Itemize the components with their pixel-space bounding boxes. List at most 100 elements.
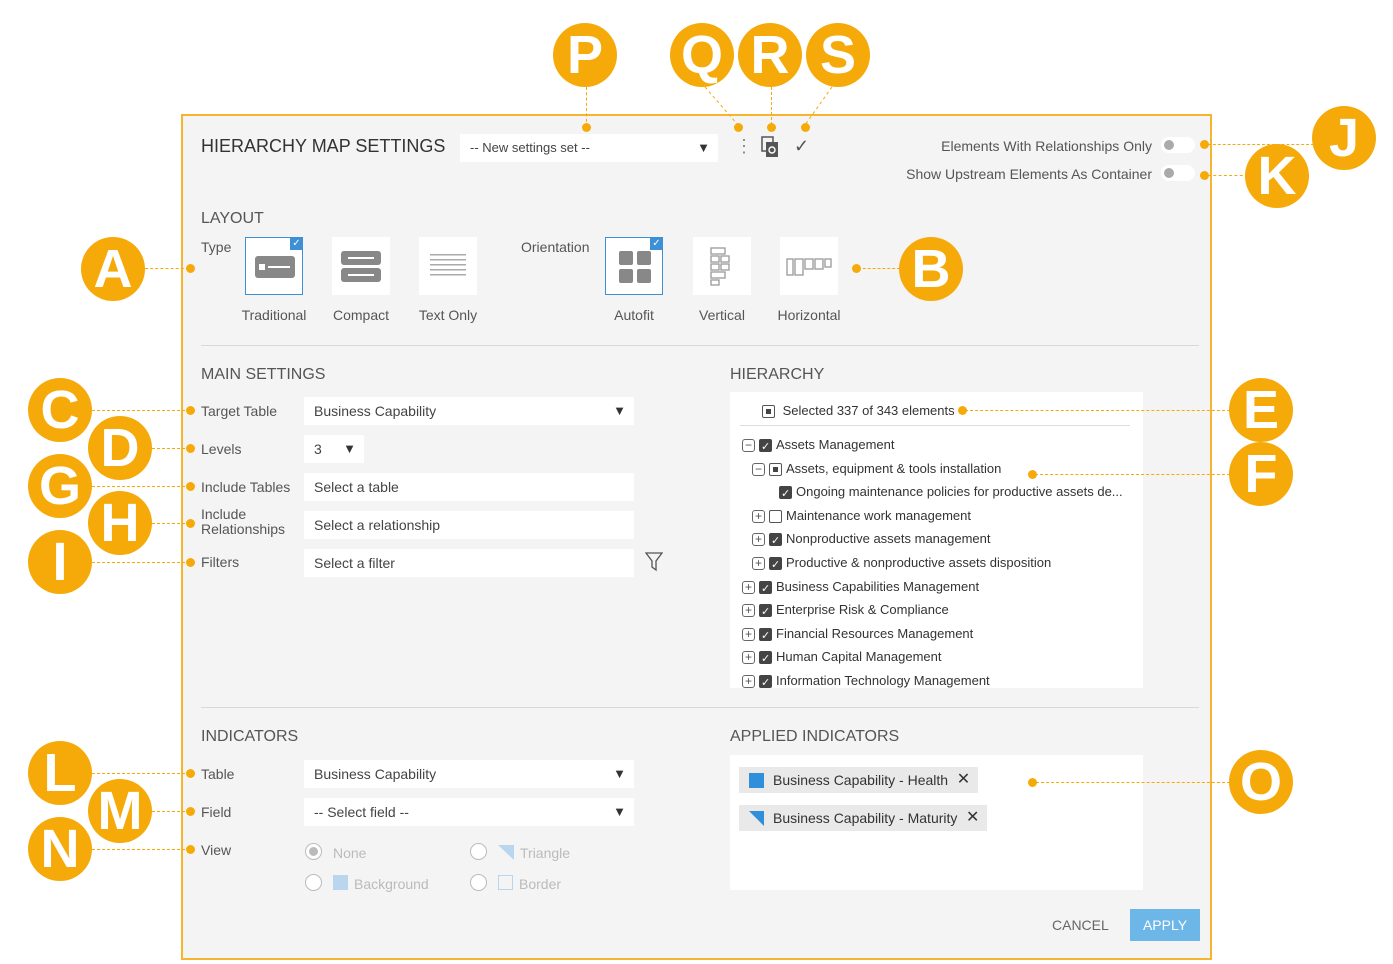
- toggle-knob: [1164, 140, 1174, 150]
- callout-dot: [582, 123, 591, 132]
- expand-icon[interactable]: +: [742, 604, 755, 618]
- indicator-table-select[interactable]: Business Capability ▼: [304, 760, 634, 788]
- callout-dot: [186, 444, 195, 453]
- hierarchy-tree-panel: Selected 337 of 343 elements −Assets Man…: [730, 392, 1143, 688]
- callout-badge-j: J: [1312, 106, 1376, 170]
- callout-badge-e: E: [1229, 378, 1293, 442]
- target-table-select[interactable]: Business Capability ▼: [304, 397, 634, 425]
- chevron-down-icon: ▼: [613, 403, 626, 418]
- indicators-heading: INDICATORS: [201, 728, 299, 745]
- hierarchy-tree-item[interactable]: + Human Capital Management: [742, 648, 941, 668]
- levels-select[interactable]: 3 ▼: [304, 435, 364, 463]
- expand-icon[interactable]: +: [752, 509, 765, 523]
- cancel-button[interactable]: CANCEL: [1052, 909, 1109, 941]
- indicator-field-label: Field: [201, 804, 232, 820]
- close-icon[interactable]: ✕: [966, 805, 979, 831]
- tree-item-checkbox[interactable]: [779, 485, 792, 503]
- tree-item-checkbox[interactable]: [769, 556, 782, 574]
- hierarchy-tree-item[interactable]: + Financial Resources Management: [742, 625, 973, 645]
- horizontal-orientation-icon: [786, 258, 832, 276]
- expand-icon[interactable]: +: [742, 580, 755, 594]
- tree-item-checkbox[interactable]: [759, 438, 772, 456]
- hierarchy-summary[interactable]: Selected 337 of 343 elements: [762, 402, 955, 420]
- callout-line: [965, 410, 1230, 411]
- copy-link-icon[interactable]: [760, 136, 780, 158]
- applied-indicator-chip[interactable]: Business Capability - Health ✕: [739, 767, 979, 793]
- callout-line: [92, 410, 190, 411]
- toggle-label-relationships-only: Elements With Relationships Only: [941, 138, 1152, 154]
- tree-item-checkbox[interactable]: [759, 674, 772, 688]
- hierarchy-tree-item[interactable]: − Assets Management: [742, 436, 895, 456]
- type-traditional-tile[interactable]: ✓: [245, 237, 303, 295]
- settings-set-select[interactable]: -- New settings set -- ▼: [460, 134, 718, 162]
- select-all-checkbox[interactable]: [762, 405, 775, 419]
- callout-line: [92, 849, 190, 850]
- type-compact-tile[interactable]: [332, 237, 390, 295]
- callout-badge-m: M: [88, 779, 152, 843]
- callout-badge-i: I: [28, 530, 92, 594]
- tree-item-checkbox[interactable]: [769, 509, 782, 523]
- more-options-icon[interactable]: ⋮: [735, 137, 753, 155]
- filters-input[interactable]: Select a filter: [304, 549, 634, 577]
- expand-icon[interactable]: +: [752, 533, 765, 547]
- include-relationships-label: Include Relationships: [201, 507, 285, 537]
- include-tables-label: Include Tables: [201, 479, 291, 495]
- include-tables-input[interactable]: Select a table: [304, 473, 634, 501]
- hierarchy-tree-item[interactable]: + Productive & nonproductive assets dispo…: [752, 554, 1051, 574]
- apply-button[interactable]: APPLY: [1130, 909, 1200, 941]
- collapse-icon[interactable]: −: [742, 439, 755, 453]
- callout-badge-f: F: [1229, 442, 1293, 506]
- toggle-relationships-only[interactable]: [1161, 137, 1195, 153]
- hierarchy-tree-item[interactable]: + Nonproductive assets management: [752, 530, 991, 550]
- type-text-only-label: Text Only: [418, 307, 478, 323]
- hierarchy-tree-item[interactable]: + Maintenance work management: [752, 507, 971, 525]
- tree-item-checkbox[interactable]: [759, 627, 772, 645]
- hierarchy-tree-item[interactable]: + Business Capabilities Management: [742, 578, 979, 598]
- collapse-icon[interactable]: −: [752, 462, 765, 476]
- expand-icon[interactable]: +: [752, 557, 765, 571]
- filter-funnel-icon[interactable]: [644, 552, 664, 572]
- orientation-autofit-tile[interactable]: ✓: [605, 237, 663, 295]
- callout-badge-c: C: [28, 378, 92, 442]
- view-border-radio[interactable]: [470, 874, 487, 891]
- levels-value: 3: [314, 441, 322, 457]
- toggle-upstream-container[interactable]: [1161, 165, 1195, 181]
- orientation-vertical-tile[interactable]: [693, 237, 751, 295]
- dialog-title: HIERARCHY MAP SETTINGS: [201, 136, 446, 156]
- hierarchy-tree-item[interactable]: + Enterprise Risk & Compliance: [742, 601, 949, 621]
- callout-dot: [1200, 171, 1209, 180]
- tree-item-checkbox[interactable]: [759, 580, 772, 598]
- layout-heading: LAYOUT: [201, 210, 264, 227]
- tree-item-checkbox[interactable]: [759, 603, 772, 621]
- indicator-field-select[interactable]: -- Select field -- ▼: [304, 798, 634, 826]
- tree-item-checkbox[interactable]: [769, 532, 782, 550]
- close-icon[interactable]: ✕: [957, 767, 970, 793]
- callout-line: [586, 87, 587, 127]
- hierarchy-tree-item[interactable]: Ongoing maintenance policies for product…: [779, 483, 1123, 503]
- tree-item-checkbox[interactable]: [769, 462, 782, 476]
- callout-badge-h: H: [88, 491, 152, 555]
- indicator-table-value: Business Capability: [314, 766, 437, 782]
- applied-indicator-label: Business Capability - Health: [773, 772, 949, 788]
- section-divider: [201, 707, 1199, 708]
- traditional-layout-icon: [255, 256, 295, 278]
- hierarchy-tree-item[interactable]: + Information Technology Management: [742, 672, 990, 688]
- callout-line: [152, 448, 190, 449]
- callout-line: [1208, 175, 1248, 176]
- expand-icon[interactable]: +: [742, 675, 755, 688]
- orientation-horizontal-tile[interactable]: [780, 237, 838, 295]
- hierarchy-tree-item[interactable]: − Assets, equipment & tools installation: [752, 460, 1001, 478]
- type-text-only-tile[interactable]: [419, 237, 477, 295]
- include-relationships-label-line2: Relationships: [201, 521, 286, 537]
- expand-icon[interactable]: +: [742, 627, 755, 641]
- callout-badge-n: N: [28, 817, 92, 881]
- view-none-radio[interactable]: [305, 843, 322, 860]
- view-triangle-radio[interactable]: [470, 843, 487, 860]
- expand-icon[interactable]: +: [742, 651, 755, 665]
- applied-indicator-chip[interactable]: Business Capability - Maturity ✕: [739, 805, 988, 831]
- callout-line: [145, 268, 189, 269]
- tree-item-checkbox[interactable]: [759, 650, 772, 668]
- save-check-icon[interactable]: ✓: [794, 136, 809, 157]
- include-relationships-input[interactable]: Select a relationship: [304, 511, 634, 539]
- view-background-radio[interactable]: [305, 874, 322, 891]
